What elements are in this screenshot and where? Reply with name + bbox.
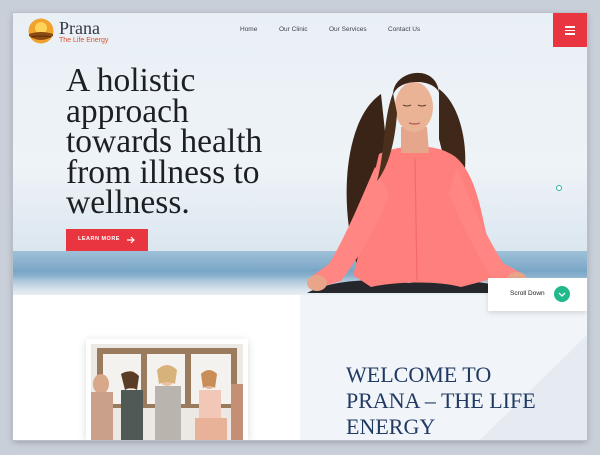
top-navigation-bar: Prana The Life Energy Home Our Clinic Ou… <box>13 13 587 51</box>
nav-item-our-clinic[interactable]: Our Clinic <box>279 26 308 33</box>
nav-item-contact-us[interactable]: Contact Us <box>388 26 420 33</box>
chevron-down-icon <box>558 292 566 297</box>
headline-line: towards health <box>66 123 263 160</box>
headline-line: wellness. <box>66 184 190 221</box>
hamburger-menu-button[interactable] <box>553 13 587 47</box>
hero-section: Prana The Life Energy Home Our Clinic Ou… <box>13 13 587 295</box>
brand-tagline: The Life Energy <box>59 37 109 44</box>
hamburger-icon-bar <box>565 29 575 31</box>
headline-line: A holistic <box>66 62 196 99</box>
hero-headline: A holistic approach towards health from … <box>66 62 306 221</box>
welcome-heading-line: PRANA – THE LIFE <box>346 388 536 413</box>
arrow-right-icon <box>127 236 135 244</box>
nav-item-home[interactable]: Home <box>240 26 257 33</box>
hamburger-icon <box>565 26 575 28</box>
browser-frame: Prana The Life Energy Home Our Clinic Ou… <box>13 13 587 440</box>
sunset-logo-icon <box>28 18 54 44</box>
scroll-down-button[interactable]: Scroll Down <box>488 278 587 311</box>
brand-logo[interactable]: Prana The Life Energy <box>28 18 128 46</box>
brand-name: Prana <box>59 18 100 38</box>
slider-dot[interactable] <box>556 185 562 191</box>
welcome-section: WELCOME TO PRANA – THE LIFE ENERGY <box>13 295 587 440</box>
meditating-woman-image <box>307 72 527 293</box>
scroll-down-circle <box>554 286 570 302</box>
welcome-heading-line: ENERGY <box>346 414 436 439</box>
welcome-heading-line: WELCOME TO <box>346 362 492 387</box>
yoga-class-photo <box>91 344 243 440</box>
yoga-class-photo-card <box>86 339 248 440</box>
welcome-heading: WELCOME TO PRANA – THE LIFE ENERGY <box>346 362 566 440</box>
scroll-down-label: Scroll Down <box>510 290 545 297</box>
hamburger-icon-bar <box>565 33 575 35</box>
learn-more-label: LEARN MORE <box>78 236 120 242</box>
learn-more-button[interactable]: LEARN MORE <box>66 229 148 251</box>
nav-item-our-services[interactable]: Our Services <box>329 26 367 33</box>
